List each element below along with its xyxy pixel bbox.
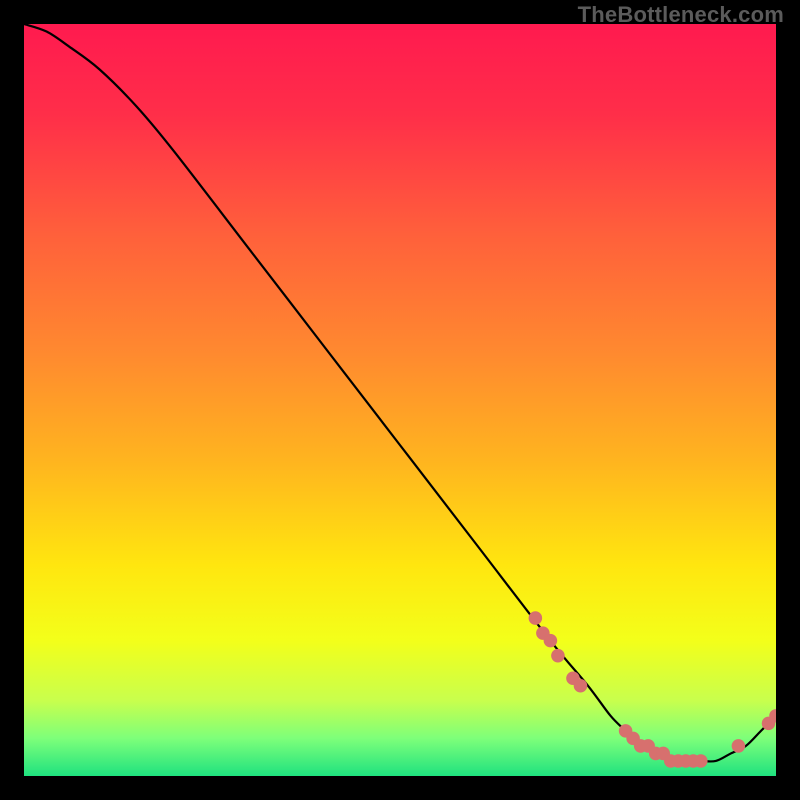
curve-marker xyxy=(551,649,565,663)
curve-marker xyxy=(574,679,588,693)
chart-stage: TheBottleneck.com xyxy=(0,0,800,800)
curve-layer xyxy=(24,24,776,776)
curve-marker xyxy=(544,634,558,648)
curve-marker xyxy=(732,739,746,753)
bottleneck-curve xyxy=(24,24,776,762)
curve-marker xyxy=(694,754,708,768)
plot-area xyxy=(24,24,776,776)
curve-markers xyxy=(529,611,776,767)
watermark-text: TheBottleneck.com xyxy=(578,2,784,28)
curve-marker xyxy=(529,611,543,625)
